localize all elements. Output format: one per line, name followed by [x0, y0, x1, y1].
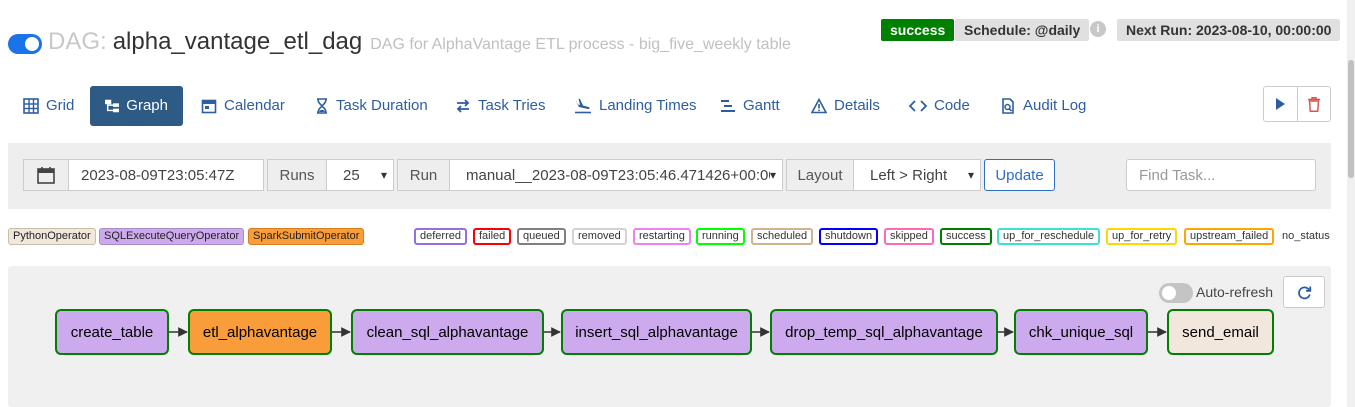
task-node-chk-unique-sql[interactable]: chk_unique_sql — [1014, 309, 1148, 355]
task-node-send-email[interactable]: send_email — [1167, 309, 1274, 355]
task-node-drop-temp-sql-alphavantage[interactable]: drop_temp_sql_alphavantage — [770, 309, 998, 355]
scrollbar-thumb[interactable] — [1348, 60, 1354, 178]
task-node-create-table[interactable]: create_table — [55, 309, 169, 355]
task-node-insert-sql-alphavantage[interactable]: insert_sql_alphavantage — [561, 309, 752, 355]
task-node-clean-sql-alphavantage[interactable]: clean_sql_alphavantage — [351, 309, 544, 355]
task-node-etl-alphavantage[interactable]: etl_alphavantage — [188, 309, 332, 355]
